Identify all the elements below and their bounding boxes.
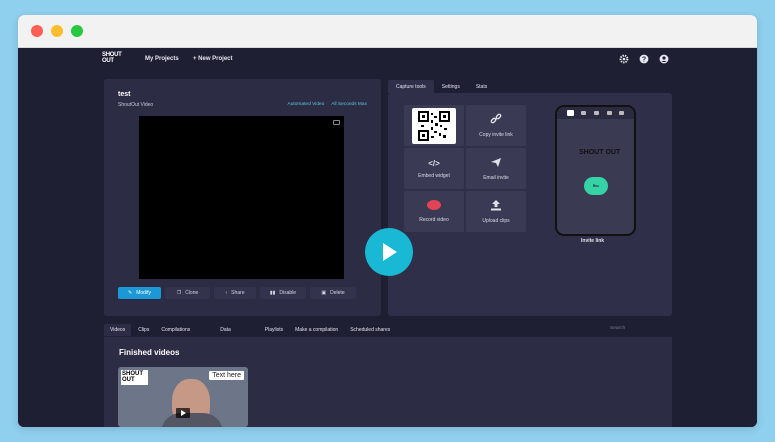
tab-scheduled-shares[interactable]: Scheduled shares [344,324,396,336]
phone-tab-icon [619,111,625,115]
modify-label: Modify [136,290,151,296]
maximize-window-button[interactable] [71,25,83,37]
section-title: Finished videos [119,348,180,357]
play-icon [383,243,397,261]
copy-invite-link-tile[interactable]: Copy invite link [466,105,526,146]
my-projects-link[interactable]: My Projects [145,56,179,62]
automated-video-link[interactable]: Automated Video [288,102,325,107]
phone-tab-icon [581,111,587,115]
delete-button[interactable]: ▣ Delete [310,287,356,299]
minimize-window-button[interactable] [51,25,63,37]
capture-tools-panel: Copy invite link </> Embed widget Email … [388,93,672,316]
delete-label: Delete [330,290,345,296]
clone-label: Clone [185,290,199,296]
phone-tab-icon [606,111,612,115]
record-video-tile[interactable]: Record video [404,191,464,232]
phone-record-button[interactable]: Rec [584,177,608,195]
qr-code [412,107,456,144]
capture-tabs: Capture tools Settings Stats [388,80,495,93]
phone-record-label: Rec [592,184,600,188]
gear-icon[interactable] [618,53,629,64]
share-label: Share [231,290,245,296]
fullscreen-icon[interactable] [333,120,340,125]
help-icon[interactable]: ? [638,53,649,64]
new-project-link[interactable]: + New Project [193,56,233,62]
project-title: test [118,91,131,98]
phone-tab-icon [593,111,599,115]
content-tabs: Videos Clips Compilations Data Playlists… [104,324,396,336]
copy-invite-link-label: Copy invite link [479,132,513,138]
phone-brand-logo: SHOUT OUT [579,149,621,156]
video-thumbnail[interactable]: SHOUT OUT Text here [118,367,248,427]
send-icon [490,157,502,170]
search-input[interactable]: Search [610,326,625,331]
tab-data[interactable]: Data [214,324,237,336]
app-area: SHOUT OUT My Projects + New Project ? te… [18,48,757,427]
video-preview[interactable] [139,116,344,279]
project-actions: ✎ Modify ❐ Clone ‹ Share ▮▮ Disable ▣ De… [118,287,356,299]
modify-button[interactable]: ✎ Modify [118,287,161,299]
person-shirt [161,413,223,427]
tab-playlists[interactable]: Playlists [259,324,289,336]
user-icon[interactable] [658,53,669,64]
browser-window: SHOUT OUT My Projects + New Project ? te… [18,15,757,427]
invite-link-caption: Invite link [581,238,605,244]
seconds-max-link[interactable]: All Seconds Max [331,102,367,107]
tab-videos[interactable]: Videos [104,324,132,336]
thumbnail-text-overlay: Text here [209,371,244,380]
project-subtitle: ShoutOut Video [118,102,154,108]
disable-button[interactable]: ▮▮ Disable [260,287,306,299]
svg-text:?: ? [641,56,645,63]
upload-clips-tile[interactable]: Upload clips [466,191,526,232]
tab-make-compilation[interactable]: Make a compilation [289,324,344,336]
tab-compilations[interactable]: Compilations [155,324,196,336]
record-video-label: Record video [419,217,449,223]
email-invite-label: Email invite [483,174,509,181]
link-icon [490,113,502,127]
copy-icon: ❐ [176,290,182,296]
phone-toolbar [557,107,634,119]
record-icon [427,200,441,212]
capture-tools-grid: Copy invite link </> Embed widget Email … [404,105,526,233]
upload-icon [490,199,502,213]
qr-code-tile[interactable] [404,105,464,146]
thumbnail-brand-logo: SHOUT OUT [121,370,148,385]
clone-button[interactable]: ❐ Clone [165,287,210,299]
share-icon: ‹ [225,290,228,296]
email-invite-tile[interactable]: Email invite [466,148,526,189]
embed-widget-label: Embed widget [418,172,450,179]
tab-clips[interactable]: Clips [132,324,155,336]
tab-stats[interactable]: Stats [468,80,495,93]
edit-icon: ✎ [128,290,133,296]
project-panel: test ShoutOut Video Automated Video All … [104,79,381,316]
phone-tab-icon [566,110,574,116]
upload-clips-label: Upload clips [482,217,510,224]
pause-icon: ▮▮ [269,290,276,296]
brand-logo[interactable]: SHOUT OUT [102,52,128,66]
top-navigation: SHOUT OUT My Projects + New Project ? [18,48,757,70]
code-icon: </> [428,158,440,168]
disable-label: Disable [279,290,297,296]
embed-widget-tile[interactable]: </> Embed widget [404,148,464,189]
tab-capture-tools[interactable]: Capture tools [388,80,434,93]
window-titlebar [18,15,757,48]
share-button[interactable]: ‹ Share [214,287,256,299]
close-window-button[interactable] [31,25,43,37]
thumbnail-play-icon[interactable] [176,408,190,418]
phone-preview: SHOUT OUT Rec [555,105,636,236]
finished-videos-panel: Finished videos SHOUT OUT Text here [104,337,672,427]
play-video-button[interactable] [365,228,413,276]
trash-icon: ▣ [321,290,327,296]
tab-settings[interactable]: Settings [434,80,468,93]
